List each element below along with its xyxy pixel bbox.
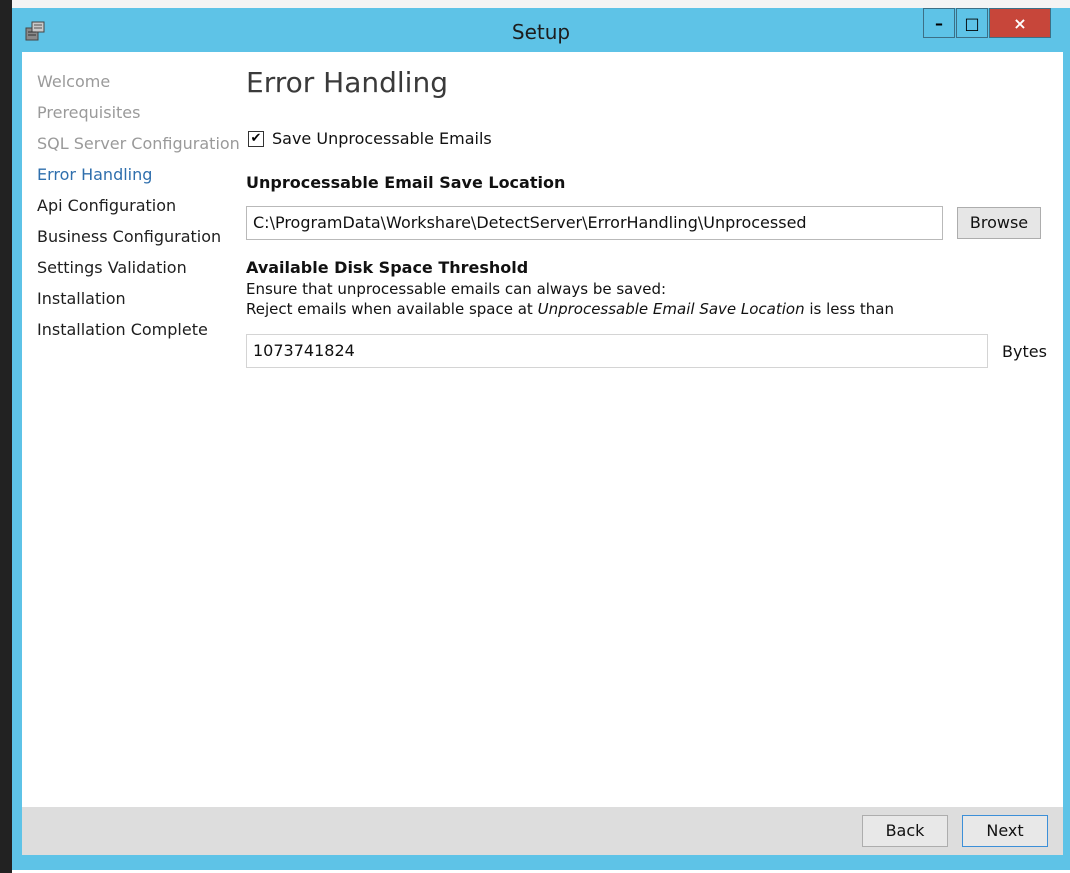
sidebar-item-installation-complete: Installation Complete [37,320,208,339]
save-unprocessable-emails-option[interactable]: ✔ Save Unprocessable Emails [248,129,492,148]
maximize-button[interactable]: □ [956,8,988,38]
sidebar-item-settings-validation: Settings Validation [37,258,187,277]
sidebar-item-api-configuration: Api Configuration [37,196,177,215]
sidebar-item-business-configuration: Business Configuration [37,227,222,246]
save-location-input[interactable]: C:\ProgramData\Workshare\DetectServer\Er… [246,206,943,240]
close-button[interactable]: × [989,8,1051,38]
background-strip [0,0,1070,8]
window-title: Setup [511,20,571,44]
threshold-description-location: Unprocessable Email Save Location [537,300,805,318]
sidebar-item-sql-server-configuration: SQL Server Configuration [37,134,240,153]
sidebar-item-installation: Installation [37,289,126,308]
main-content: Error Handling ✔ Save Unprocessable Emai… [244,52,1064,807]
threshold-description-suffix: is less than [804,300,895,318]
browse-button[interactable]: Browse [957,207,1041,239]
threshold-bytes-input[interactable]: 1073741824 [246,334,988,368]
wizard-steps-sidebar: Welcome Prerequisites SQL Server Configu… [37,66,240,345]
minimize-icon: – [935,13,943,33]
setup-window: Setup – □ × Welcome Prerequisites SQL Se… [12,8,1070,870]
threshold-description-line-1: Ensure that unprocessable emails can alw… [246,280,667,298]
checkmark-icon: ✔ [250,131,262,146]
bytes-unit-label: Bytes [1002,342,1047,361]
save-unprocessable-emails-label[interactable]: Save Unprocessable Emails [272,129,492,148]
next-button[interactable]: Next [962,815,1048,847]
wizard-footer: Back Next [22,807,1063,855]
disk-space-threshold-label: Available Disk Space Threshold [246,258,529,277]
close-icon: × [1013,13,1027,33]
page-title: Error Handling [246,66,448,99]
window-client-area: Welcome Prerequisites SQL Server Configu… [22,52,1063,855]
background-edge [0,0,12,873]
save-unprocessable-emails-checkbox[interactable]: ✔ [248,130,264,147]
sidebar-item-welcome: Welcome [37,72,111,91]
sidebar-item-prerequisites: Prerequisites [37,103,141,122]
threshold-description-line-2: Reject emails when available space at Un… [246,300,894,318]
minimize-button[interactable]: – [923,8,955,38]
sidebar-item-error-handling: Error Handling [37,165,153,184]
maximize-icon: □ [964,13,980,33]
threshold-description-prefix: Reject emails when available space at [246,300,538,318]
title-bar[interactable]: Setup – □ × [12,8,1070,52]
back-button[interactable]: Back [862,815,948,847]
save-location-label: Unprocessable Email Save Location [246,173,566,192]
screen: Setup – □ × Welcome Prerequisites SQL Se… [0,0,1070,873]
